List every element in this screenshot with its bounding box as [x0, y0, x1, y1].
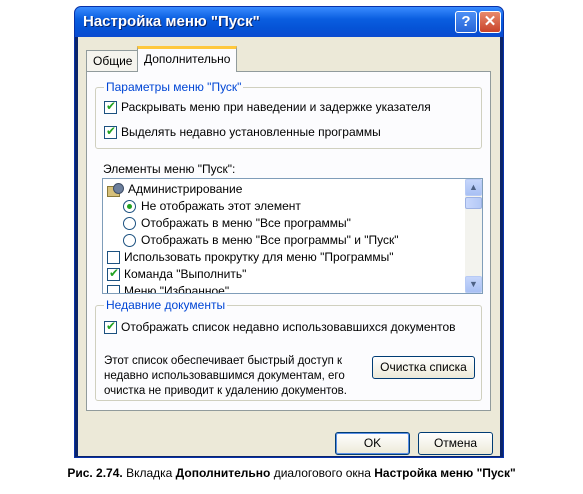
start-menu-params-group: Параметры меню "Пуск" Раскрывать меню пр… — [95, 80, 482, 149]
list-item-label: Использовать прокрутку для меню "Програм… — [124, 250, 394, 264]
list-item[interactable]: Использовать прокрутку для меню "Програм… — [107, 250, 393, 264]
recent-documents-group: Недавние документы Отображать список нед… — [95, 298, 482, 401]
caption-text: диалогового окна — [270, 466, 375, 480]
show-recent-docs-checkbox[interactable] — [104, 319, 117, 334]
description-line: Этот список обеспечивает быстрый доступ … — [104, 355, 343, 367]
list-item-label: Отображать в меню "Все программы" — [141, 216, 351, 230]
group-legend: Параметры меню "Пуск" — [104, 80, 244, 94]
tab-panel-advanced: Параметры меню "Пуск" Раскрывать меню пр… — [86, 71, 491, 411]
expand-menus-checkbox[interactable] — [104, 99, 117, 114]
tab-general[interactable]: Общие — [86, 50, 140, 72]
description-line: недавно использовавшимся документам, его — [104, 370, 345, 382]
checkbox[interactable] — [107, 284, 120, 293]
help-button[interactable]: ? — [455, 11, 477, 33]
description-line: очистка не приводит к удалению документо… — [104, 385, 347, 397]
highlight-new-programs-label: Выделять недавно установленные программы — [121, 125, 381, 139]
dialog-title: Настройка меню "Пуск" — [83, 13, 260, 30]
radio-button[interactable] — [123, 199, 136, 213]
dialog-client-area: Общие Дополнительно Параметры меню "Пуск… — [78, 37, 500, 456]
title-bar[interactable]: Настройка меню "Пуск" ? ✕ — [75, 7, 503, 37]
highlight-new-programs-checkbox[interactable] — [104, 124, 117, 139]
highlight-new-programs-option[interactable]: Выделять недавно установленные программы — [104, 124, 381, 139]
checkbox[interactable] — [107, 266, 120, 281]
scroll-up-button[interactable]: ▲ — [465, 179, 482, 196]
recent-docs-description: Этот список обеспечивает быстрый доступ … — [104, 354, 364, 399]
list-item-label: Команда "Выполнить" — [124, 267, 247, 281]
radio-button[interactable] — [123, 233, 136, 247]
group-legend: Недавние документы — [104, 298, 228, 312]
caption-tab-name: Дополнительно — [175, 466, 271, 480]
list-item-label: Меню "Избранное" — [124, 284, 230, 294]
list-item[interactable]: Отображать в меню "Все программы" — [123, 216, 351, 230]
list-item[interactable]: Администрирование — [107, 182, 243, 197]
show-recent-docs-label: Отображать список недавно использовавших… — [121, 320, 456, 334]
cancel-button[interactable]: Отмена — [418, 432, 493, 455]
vertical-scrollbar[interactable]: ▲ ▼ — [465, 179, 482, 293]
scroll-thumb[interactable] — [465, 197, 482, 209]
list-item-label: Не отображать этот элемент — [141, 199, 301, 213]
caption-text: Вкладка — [122, 466, 176, 480]
menu-items-list[interactable]: Администрирование Не отображать этот эле… — [102, 178, 483, 294]
figure-caption: Рис. 2.74. Вкладка Дополнительно диалого… — [6, 466, 577, 480]
radio-button[interactable] — [123, 216, 136, 230]
list-item[interactable]: Команда "Выполнить" — [107, 266, 247, 281]
list-item-label: Администрирование — [128, 182, 243, 196]
clear-list-button[interactable]: Очистка списка — [372, 356, 475, 379]
tab-advanced[interactable]: Дополнительно — [137, 46, 238, 72]
list-item[interactable]: Меню "Избранное" — [107, 284, 230, 294]
list-item-label: Отображать в меню "Все программы" и "Пус… — [141, 233, 399, 247]
list-item[interactable]: Не отображать этот элемент — [123, 199, 301, 213]
menu-items-label: Элементы меню "Пуск": — [103, 162, 236, 176]
show-recent-docs-option[interactable]: Отображать список недавно использовавших… — [104, 319, 456, 334]
expand-menus-option[interactable]: Раскрывать меню при наведении и задержке… — [104, 99, 431, 114]
ok-button[interactable]: OK — [335, 432, 410, 455]
admin-tools-icon — [107, 182, 124, 197]
caption-dialog-name: Настройка меню "Пуск" — [374, 466, 516, 480]
expand-menus-label: Раскрывать меню при наведении и задержке… — [121, 100, 431, 114]
start-menu-settings-dialog: Настройка меню "Пуск" ? ✕ Общие Дополнит… — [74, 6, 504, 458]
list-item[interactable]: Отображать в меню "Все программы" и "Пус… — [123, 233, 399, 247]
scroll-down-button[interactable]: ▼ — [465, 276, 482, 293]
checkbox[interactable] — [107, 250, 120, 264]
close-button[interactable]: ✕ — [479, 11, 501, 33]
caption-prefix: Рис. 2.74. — [67, 466, 123, 480]
